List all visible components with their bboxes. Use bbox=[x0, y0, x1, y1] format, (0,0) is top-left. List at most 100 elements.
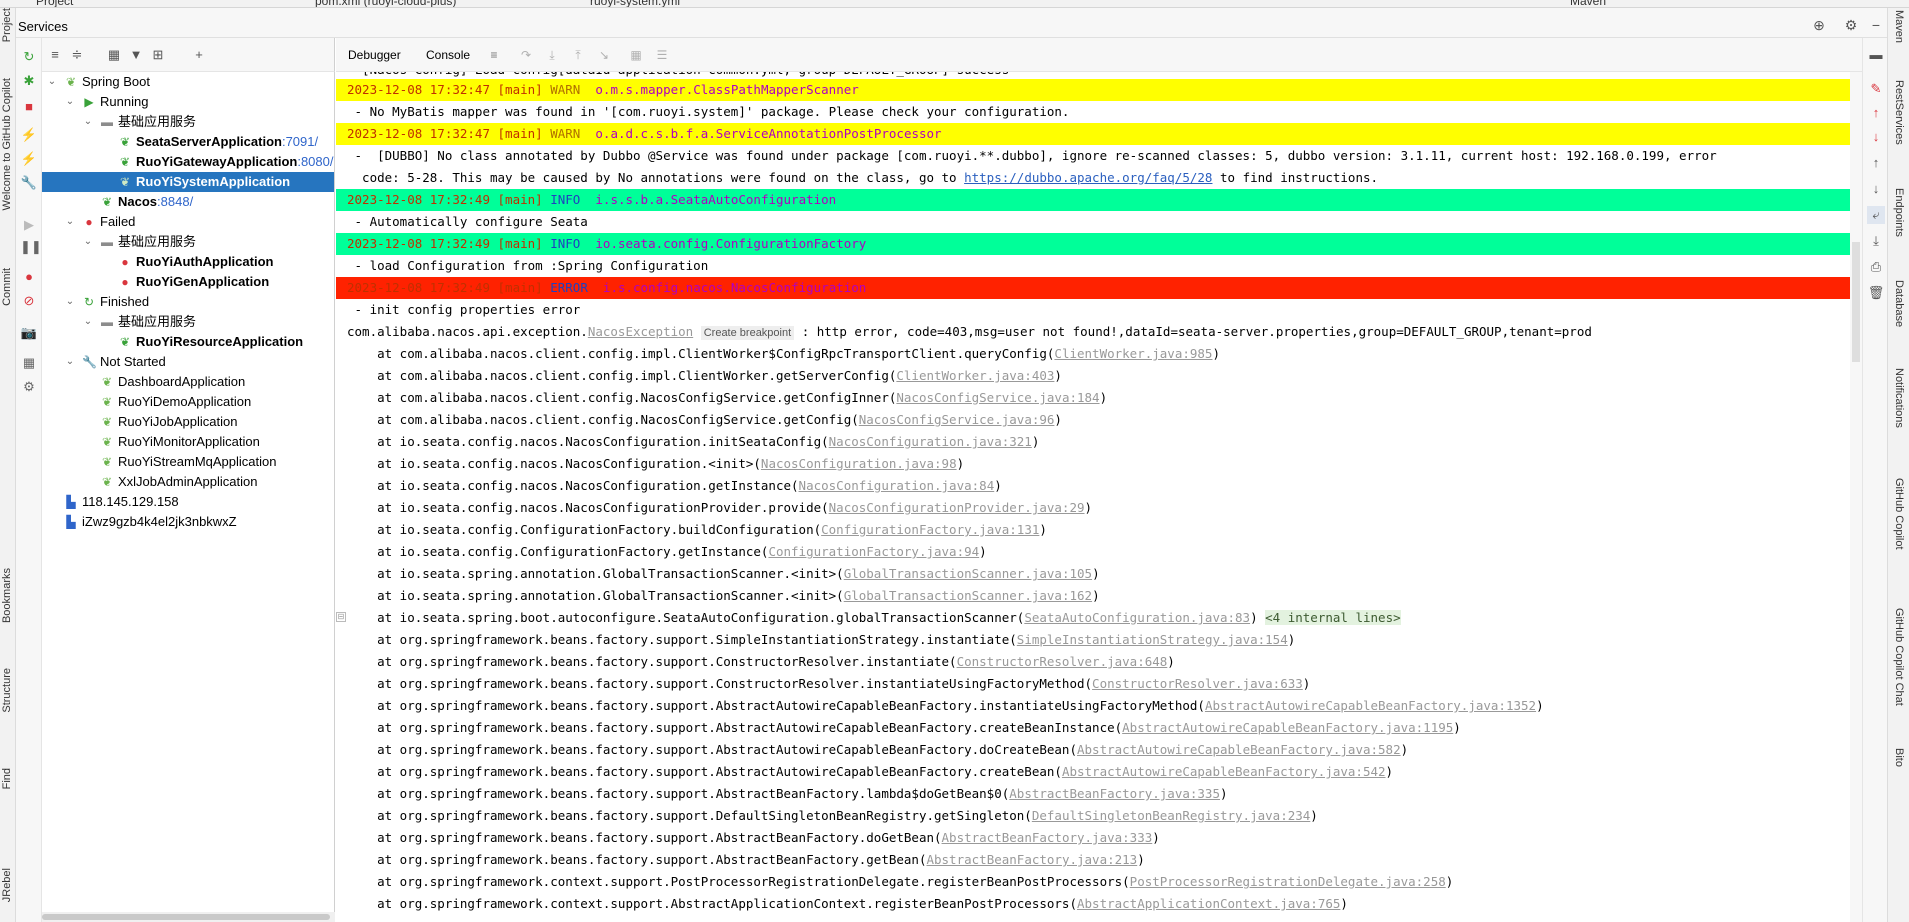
source-link[interactable]: AbstractAutowireCapableBeanFactory.java:… bbox=[1062, 764, 1386, 779]
chevron-down-icon[interactable]: ⌄ bbox=[82, 312, 94, 332]
port-link[interactable]: :7091/ bbox=[282, 134, 318, 149]
endpoints-label[interactable]: Endpoints bbox=[1893, 188, 1905, 237]
tree-node-demo[interactable]: ❦ RuoYiDemoApplication bbox=[42, 392, 334, 412]
source-link[interactable]: ConfigurationFactory.java:94 bbox=[768, 544, 979, 559]
source-link[interactable]: SeataAutoConfiguration.java:83 bbox=[1024, 610, 1250, 625]
github-copilot-chat-label[interactable]: GitHub Copilot Chat bbox=[1893, 608, 1905, 706]
source-link[interactable]: AbstractAutowireCapableBeanFactory.java:… bbox=[1205, 698, 1536, 713]
tree-node-gateway[interactable]: ❦ RuoYiGatewayApplication:8080/ bbox=[42, 152, 334, 172]
pause-icon[interactable]: ❚❚ bbox=[20, 238, 42, 256]
chevron-down-icon[interactable]: ⌄ bbox=[64, 352, 76, 372]
minimize-icon[interactable]: − bbox=[1868, 17, 1884, 33]
evaluate-icon[interactable]: ▦ bbox=[628, 47, 644, 63]
source-link[interactable]: DefaultSingletonBeanRegistry.java:234 bbox=[1032, 808, 1310, 823]
tree-node-group-finished[interactable]: ⌄ ▬ 基础应用服务 bbox=[42, 312, 334, 332]
soft-wrap-icon[interactable]: ⤶ bbox=[1867, 206, 1885, 224]
down-icon[interactable]: ↓ bbox=[1867, 180, 1885, 198]
source-link[interactable]: ClientWorker.java:985 bbox=[1054, 346, 1212, 361]
tree-node-host[interactable]: ▙ iZwz9gzb4k4el2jk3nbkwxZ bbox=[42, 512, 334, 532]
run-icon[interactable]: ⚡ bbox=[20, 126, 38, 144]
source-link[interactable]: ConstructorResolver.java:648 bbox=[957, 654, 1168, 669]
structure-tool-label[interactable]: Structure bbox=[1, 668, 13, 713]
mute-breakpoints-icon[interactable]: ⊘ bbox=[20, 292, 38, 310]
new-tab-icon[interactable]: ⊞ bbox=[149, 46, 167, 64]
step-out-icon[interactable]: ⤒ bbox=[570, 47, 586, 63]
menu-icon[interactable]: ≡ bbox=[486, 47, 502, 63]
layout-icon[interactable]: ▬ bbox=[1867, 46, 1885, 64]
debug-run-icon[interactable]: ⚡ bbox=[20, 150, 38, 168]
tree-node-system[interactable]: ❦ RuoYiSystemApplication bbox=[42, 172, 334, 192]
jrebel-tool-label[interactable]: JRebel bbox=[1, 868, 13, 902]
tree-node-monitor[interactable]: ❦ RuoYiMonitorApplication bbox=[42, 432, 334, 452]
tab-console[interactable]: Console bbox=[426, 48, 470, 62]
tree-horizontal-scrollbar[interactable] bbox=[42, 912, 335, 922]
maven-tool-label[interactable]: Maven bbox=[1893, 10, 1905, 43]
source-link[interactable]: AbstractAutowireCapableBeanFactory.java:… bbox=[1077, 742, 1401, 757]
port-link[interactable]: :8080/ bbox=[297, 154, 333, 169]
target-icon[interactable]: ⊕ bbox=[1811, 17, 1827, 33]
print-icon[interactable]: ⎙ bbox=[1867, 258, 1885, 276]
tree-node-nacos[interactable]: ❦ Nacos:8848/ bbox=[42, 192, 334, 212]
source-link[interactable]: GlobalTransactionScanner.java:105 bbox=[844, 566, 1092, 581]
notifications-label[interactable]: Notifications bbox=[1893, 368, 1905, 428]
rest-services-label[interactable]: RestServices bbox=[1893, 80, 1905, 145]
console-scrollbar[interactable] bbox=[1850, 72, 1862, 922]
resume-icon[interactable]: ▶ bbox=[20, 216, 38, 234]
tree-node-xxl[interactable]: ❦ XxlJobAdminApplication bbox=[42, 472, 334, 492]
expand-all-icon[interactable]: ≡ bbox=[46, 46, 64, 64]
tree-node-resource[interactable]: ❦ RuoYiResourceApplication bbox=[42, 332, 334, 352]
collapse-all-icon[interactable]: ≑ bbox=[68, 46, 86, 64]
bito-label[interactable]: Bito bbox=[1893, 748, 1905, 767]
step-over-icon[interactable]: ↷ bbox=[518, 47, 534, 63]
add-icon[interactable]: + bbox=[190, 46, 208, 64]
camera-icon[interactable]: 📷 bbox=[20, 324, 38, 342]
internal-lines-toggle[interactable]: <4 internal lines> bbox=[1265, 610, 1401, 625]
tree-node-dashboard[interactable]: ❦ DashboardApplication bbox=[42, 372, 334, 392]
chevron-down-icon[interactable]: ⌄ bbox=[46, 72, 58, 92]
tree-node-stream[interactable]: ❦ RuoYiStreamMqApplication bbox=[42, 452, 334, 472]
trace-icon[interactable]: ☰ bbox=[654, 47, 670, 63]
source-link[interactable]: AbstractBeanFactory.java:333 bbox=[942, 830, 1153, 845]
chevron-down-icon[interactable]: ⌄ bbox=[82, 232, 94, 252]
source-link[interactable]: NacosConfigurationProvider.java:29 bbox=[829, 500, 1085, 515]
scrollbar-thumb[interactable] bbox=[1852, 242, 1860, 362]
tree-node-spring-boot[interactable]: ⌄ ❦ Spring Boot bbox=[42, 72, 334, 92]
copilot-welcome-label[interactable]: Welcome to GitHub Copilot bbox=[1, 78, 13, 210]
chevron-down-icon[interactable]: ⌄ bbox=[64, 212, 76, 232]
clear-icon[interactable]: ✎ bbox=[1867, 80, 1885, 98]
chevron-down-icon[interactable]: ⌄ bbox=[64, 292, 76, 312]
database-label[interactable]: Database bbox=[1893, 280, 1905, 327]
scrollbar-thumb[interactable] bbox=[42, 914, 330, 920]
chevron-down-icon[interactable]: ⌄ bbox=[82, 112, 94, 132]
port-link[interactable]: :8848/ bbox=[157, 194, 193, 209]
source-link[interactable]: ClientWorker.java:403 bbox=[896, 368, 1054, 383]
source-link[interactable]: NacosConfigService.java:184 bbox=[896, 390, 1099, 405]
filter-icon[interactable]: ▼ bbox=[127, 46, 145, 64]
tree-node-gen[interactable]: ● RuoYiGenApplication bbox=[42, 272, 334, 292]
down-error-icon[interactable]: ↓ bbox=[1867, 128, 1885, 146]
source-link[interactable]: ConfigurationFactory.java:131 bbox=[821, 522, 1039, 537]
console-output[interactable]: [Nacos Config] Load config[dataId=applic… bbox=[336, 72, 1862, 922]
tree-node-auth[interactable]: ● RuoYiAuthApplication bbox=[42, 252, 334, 272]
source-link[interactable]: GlobalTransactionScanner.java:162 bbox=[844, 588, 1092, 603]
tree-node-group-failed[interactable]: ⌄ ▬ 基础应用服务 bbox=[42, 232, 334, 252]
source-link[interactable]: NacosConfiguration.java:98 bbox=[761, 456, 957, 471]
commit-tool-label[interactable]: Commit bbox=[1, 268, 13, 306]
gear-icon[interactable]: ⚙ bbox=[20, 378, 38, 396]
breakpoints-icon[interactable]: ● bbox=[20, 268, 38, 286]
tab-ruoyi-system-yml[interactable]: ruoyi-system.yml bbox=[590, 0, 680, 7]
rerun-icon[interactable]: ↻ bbox=[20, 48, 38, 66]
run-to-cursor-icon[interactable]: ↘ bbox=[596, 47, 612, 63]
tree-node-group-running[interactable]: ⌄ ▬ 基础应用服务 bbox=[42, 112, 334, 132]
tree-node-running[interactable]: ⌄ ▶ Running bbox=[42, 92, 334, 112]
find-tool-label[interactable]: Find bbox=[1, 768, 13, 789]
tab-project[interactable]: Project bbox=[36, 0, 73, 7]
up-error-icon[interactable]: ↑ bbox=[1867, 104, 1885, 122]
step-into-icon[interactable]: ⤓ bbox=[544, 47, 560, 63]
wrench-icon[interactable]: 🔧 bbox=[20, 174, 38, 192]
source-link[interactable]: AbstractBeanFactory.java:213 bbox=[926, 852, 1137, 867]
bookmarks-tool-label[interactable]: Bookmarks bbox=[1, 568, 13, 623]
tree-node-not-started[interactable]: ⌄ 🔧 Not Started bbox=[42, 352, 334, 372]
group-icon[interactable]: ▦ bbox=[105, 46, 123, 64]
fold-icon[interactable]: ⊟ bbox=[336, 612, 346, 622]
